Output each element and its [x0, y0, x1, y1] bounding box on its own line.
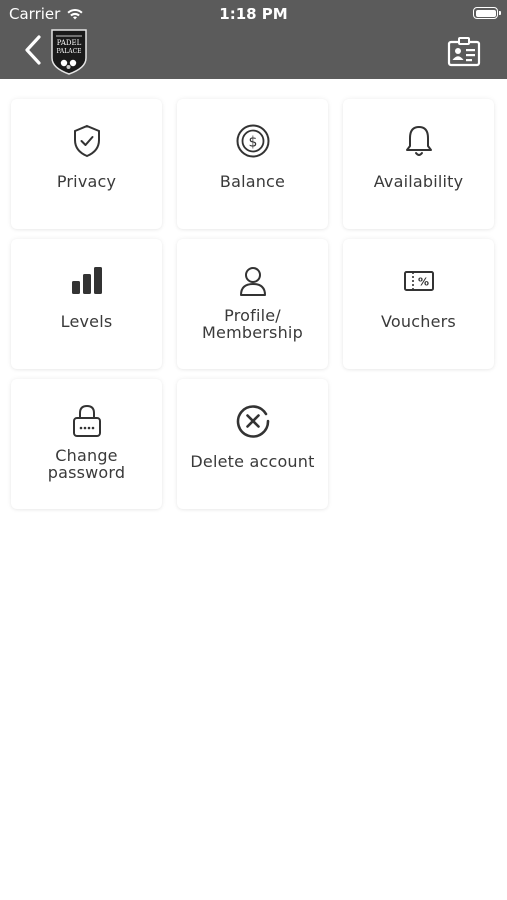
menu-item-availability[interactable]: Availability [343, 99, 494, 229]
svg-text:PALACE: PALACE [56, 48, 81, 55]
menu-item-delete-account[interactable]: Delete account [177, 379, 328, 509]
menu-item-label-line: password [47, 463, 126, 482]
coin-dollar-icon: $ [236, 124, 269, 158]
menu-item-profile-membership[interactable]: Profile/ Membership [177, 239, 328, 369]
menu-item-balance[interactable]: $ Balance [177, 99, 328, 229]
menu-item-label-line: Profile/ [224, 306, 281, 325]
voucher-ticket-icon: % [403, 271, 434, 291]
user-icon [239, 267, 266, 296]
menu-item-label: Vouchers [381, 312, 456, 331]
svg-text:$: $ [248, 135, 257, 151]
bell-icon [405, 126, 432, 156]
battery-icon [473, 7, 501, 19]
status-time: 1:18 PM [219, 5, 288, 23]
menu-item-label: Profile/ Membership [181, 307, 324, 341]
id-card-icon[interactable] [447, 37, 481, 67]
bar-levels-icon [71, 267, 102, 294]
menu-item-levels[interactable]: Levels [11, 239, 162, 369]
menu-item-label: Levels [60, 312, 113, 331]
svg-text:%: % [417, 276, 428, 289]
menu-item-label: Balance [219, 172, 286, 191]
menu-item-label: Change password [15, 447, 158, 481]
shield-check-icon [73, 124, 100, 158]
menu-item-label-line: Membership [202, 323, 303, 342]
app-header: Carrier 1:18 PM PADEL PALACE [0, 0, 507, 79]
circle-x-icon [236, 405, 269, 438]
chevron-left-icon[interactable] [22, 34, 44, 66]
menu-item-label: Delete account [190, 452, 315, 471]
menu-item-privacy[interactable]: Privacy [11, 99, 162, 229]
menu-item-vouchers[interactable]: % Vouchers [343, 239, 494, 369]
svg-text:PADEL: PADEL [57, 39, 82, 47]
menu-item-label: Privacy [56, 172, 117, 191]
padel-palace-logo: PADEL PALACE [51, 29, 87, 75]
menu-item-change-password[interactable]: Change password [11, 379, 162, 509]
menu-item-label-line: Change [55, 446, 118, 465]
lock-icon [72, 404, 101, 437]
menu-item-label: Availability [373, 172, 464, 191]
status-bar: Carrier 1:18 PM [0, 0, 507, 28]
